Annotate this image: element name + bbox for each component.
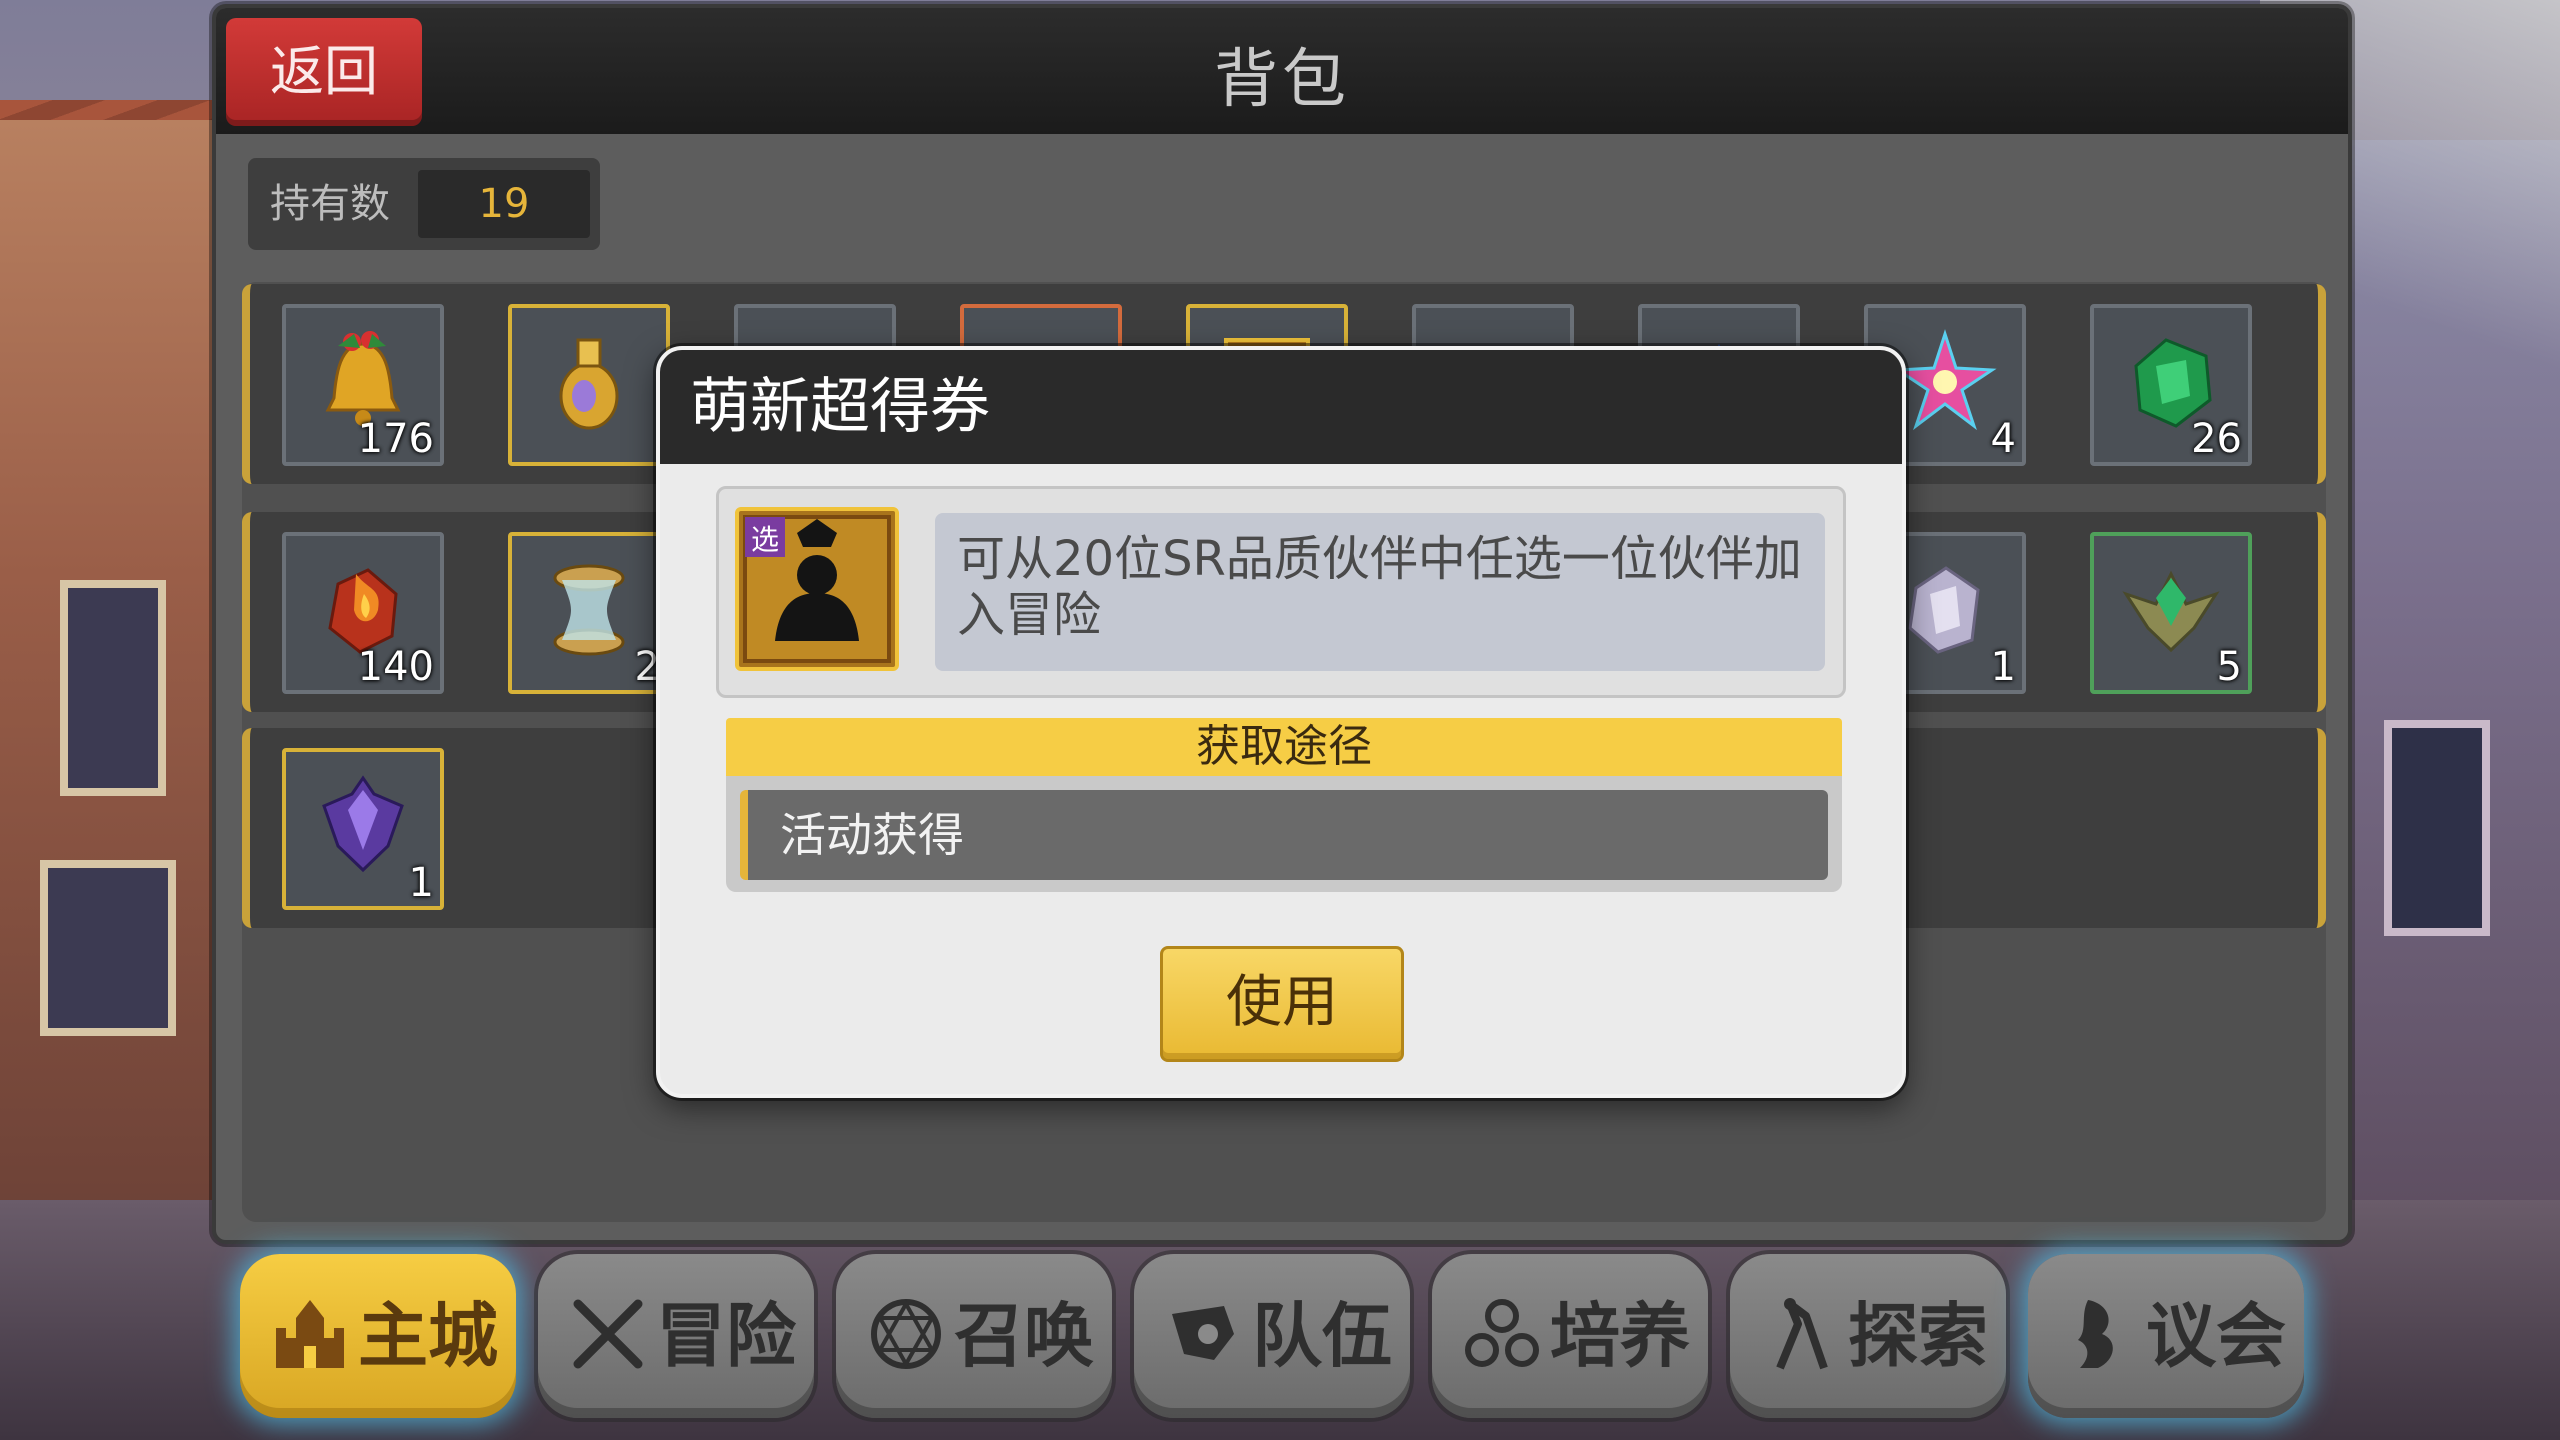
left-window (40, 860, 176, 1036)
obtain-route-list: 活动获得 (726, 776, 1842, 892)
item-count: 1 (408, 860, 434, 906)
panel-header: 返回 背包 (216, 8, 2348, 134)
inventory-slot[interactable]: 140 (282, 532, 444, 694)
dialog-header: 萌新超得券 (660, 350, 1902, 464)
inventory-slot[interactable]: 5 (2090, 532, 2252, 694)
inventory-slot[interactable]: 2 (508, 532, 670, 694)
item-count: 140 (357, 644, 434, 690)
dialog-title: 萌新超得券 (690, 372, 990, 442)
item-count: 4 (1990, 416, 2016, 462)
hold-count-label: 持有数 (270, 181, 390, 227)
item-badge: 选 (751, 523, 779, 556)
silver-ore-icon (1908, 566, 1980, 654)
inventory-slot[interactable]: 26 (2090, 304, 2252, 466)
obtain-route-label: 活动获得 (780, 808, 964, 862)
item-detail-dialog: 萌新超得券 选 可从20位SR品质伙伴中任选一位伙伴加入冒险 获取途径 活动获得… (656, 346, 1906, 1098)
hourglass-icon (553, 564, 625, 656)
item-count: 26 (2191, 416, 2242, 462)
nav-explore[interactable]: 探索 (1730, 1254, 2006, 1418)
nav-train[interactable]: 培养 (1432, 1254, 1708, 1418)
hold-count-box: 持有数 19 (248, 158, 600, 250)
left-window (60, 580, 166, 796)
star-crystal-icon (1893, 329, 1997, 431)
description-box: 可从20位SR品质伙伴中任选一位伙伴加入冒险 (935, 513, 1825, 671)
nav-label: 主城 (358, 1295, 498, 1377)
nav-label: 召唤 (954, 1295, 1094, 1377)
nav-team[interactable]: 队伍 (1134, 1254, 1410, 1418)
inventory-slot[interactable] (508, 304, 670, 466)
obtain-route-header: 获取途径 (726, 718, 1842, 776)
inventory-slot[interactable]: 1 (282, 748, 444, 910)
nav-main-city[interactable]: 主城 (240, 1254, 516, 1418)
summon-circle-icon (871, 1299, 941, 1369)
hold-count-value-box: 19 (418, 170, 590, 238)
page-title: 背包 (1214, 43, 1350, 117)
select-ticket-icon: 选 (743, 515, 891, 663)
inventory-slot[interactable]: 176 (282, 304, 444, 466)
potion-vase-icon (559, 338, 619, 430)
item-icon-frame: 选 (735, 507, 899, 671)
item-count: 1 (1990, 644, 2016, 690)
item-count: 5 (2216, 644, 2242, 690)
explore-icon (1776, 1298, 1828, 1370)
castle-icon (276, 1300, 344, 1368)
hold-count-value: 19 (478, 181, 530, 227)
nav-label: 探索 (1848, 1295, 1988, 1377)
nav-label: 培养 (1550, 1295, 1690, 1377)
nav-summon[interactable]: 召唤 (836, 1254, 1112, 1418)
crossed-swords-icon (573, 1299, 643, 1369)
purple-crystal-icon (322, 775, 404, 873)
obtain-route-item[interactable]: 活动获得 (740, 790, 1828, 880)
item-info-box: 选 可从20位SR品质伙伴中任选一位伙伴加入冒险 (716, 486, 1846, 698)
right-window (2384, 720, 2490, 936)
item-description: 可从20位SR品质伙伴中任选一位伙伴加入冒险 (957, 531, 1802, 643)
council-icon (2078, 1300, 2113, 1368)
nav-label: 议会 (2146, 1295, 2286, 1377)
bottom-nav: 主城 冒险 召唤 队伍 培养 探索 议会 (240, 1250, 2330, 1430)
item-count: 176 (357, 416, 434, 462)
team-icon (1172, 1306, 1234, 1360)
nav-adventure[interactable]: 冒险 (538, 1254, 814, 1418)
nav-label: 队伍 (1252, 1295, 1392, 1377)
train-icon (1465, 1299, 1539, 1367)
nav-council[interactable]: 议会 (2028, 1254, 2304, 1418)
use-button[interactable]: 使用 (1160, 946, 1404, 1062)
nav-label: 冒险 (656, 1295, 796, 1377)
green-emblem-icon (2122, 570, 2220, 653)
